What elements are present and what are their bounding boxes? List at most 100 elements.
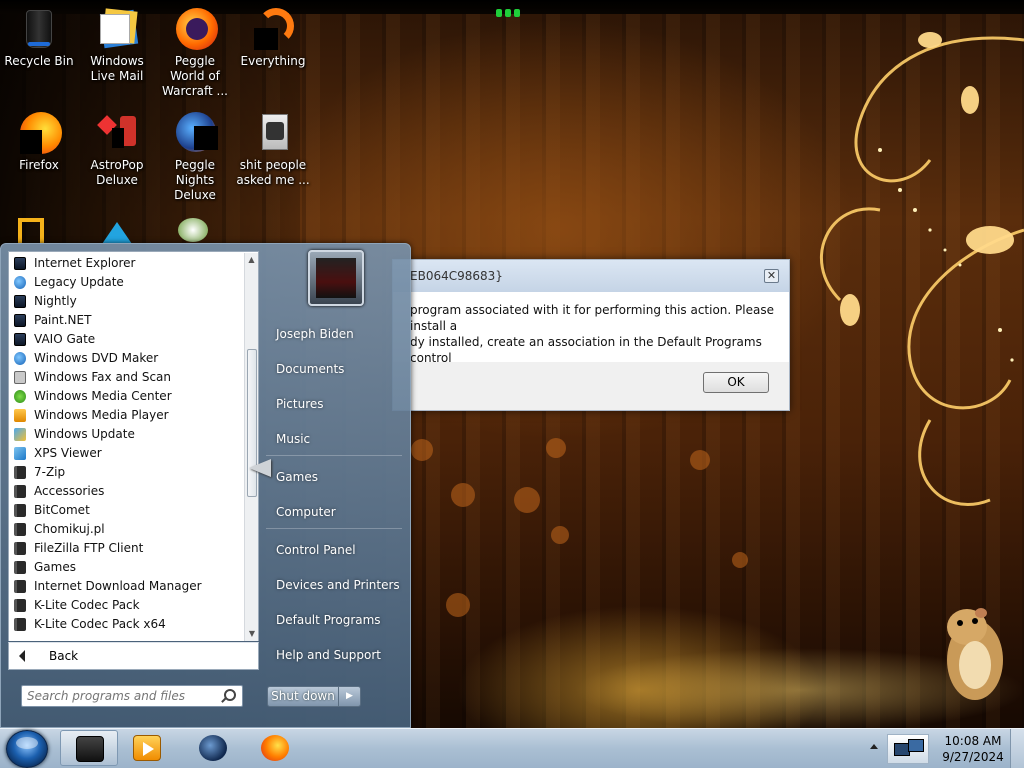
program-label: Legacy Update — [34, 275, 124, 289]
start-right-item-computer[interactable]: Computer — [268, 498, 404, 526]
globe-icon — [14, 276, 26, 289]
media-icon — [14, 390, 26, 403]
desktop-icon-everything[interactable]: Everything — [234, 0, 312, 69]
program-item[interactable]: Internet Explorer — [9, 254, 258, 273]
start-right-item-music[interactable]: Music — [268, 425, 404, 453]
app-icon — [14, 257, 26, 270]
program-item[interactable]: Internet Download Manager — [9, 577, 258, 596]
show-desktop-button[interactable] — [1010, 729, 1024, 768]
mouse-cursor-icon — [249, 459, 271, 477]
desktop-icon-text-file[interactable]: shit people asked me ... — [234, 104, 312, 188]
windows-live-mail-icon — [94, 6, 140, 52]
back-button[interactable]: Back — [8, 642, 259, 670]
desktop-icon-windows-live-mail[interactable]: Windows Live Mail — [78, 0, 156, 84]
program-label: Games — [34, 560, 76, 574]
start-search-box[interactable] — [21, 685, 243, 707]
program-item[interactable]: Games — [9, 558, 258, 577]
text-file-icon — [250, 110, 296, 156]
globe-icon — [14, 352, 26, 365]
desktop-icon-peggle-nights[interactable]: Peggle Nights Deluxe — [156, 104, 234, 203]
error-dialog: EB064C98683} ✕ program associated with i… — [392, 259, 790, 411]
scroll-down-icon[interactable]: ▼ — [245, 627, 259, 641]
folder-icon — [14, 504, 26, 517]
folder-icon — [14, 580, 26, 593]
program-item[interactable]: Accessories — [9, 482, 258, 501]
firefox-icon — [261, 735, 289, 761]
hamster-figure — [947, 608, 1003, 700]
start-right-item-devices-and-printers[interactable]: Devices and Printers — [268, 571, 404, 599]
start-right-item-games[interactable]: Games — [268, 463, 404, 491]
folder-icon — [14, 599, 26, 612]
program-item[interactable]: BitComet — [9, 501, 258, 520]
start-right-item-pictures[interactable]: Pictures — [268, 390, 404, 418]
program-item[interactable]: Chomikuj.pl — [9, 520, 258, 539]
recycle-bin-icon — [16, 6, 62, 52]
media-player-taskbar-button[interactable] — [118, 730, 176, 766]
program-item[interactable]: Windows Media Player — [9, 406, 258, 425]
folder-icon — [14, 466, 26, 479]
user-avatar[interactable] — [308, 250, 364, 306]
firefox-taskbar-button[interactable] — [246, 730, 304, 766]
program-item[interactable]: Nightly — [9, 292, 258, 311]
player-icon — [14, 409, 26, 422]
close-icon[interactable]: ✕ — [764, 269, 779, 283]
folder-icon — [14, 561, 26, 574]
program-label: Internet Download Manager — [34, 579, 202, 593]
desktop-icon-partial-3[interactable] — [172, 214, 220, 244]
all-programs-list: Internet Explorer Legacy Update Nightly Pai… — [8, 251, 259, 641]
scroll-up-icon[interactable]: ▲ — [245, 253, 258, 267]
program-item[interactable]: Legacy Update — [9, 273, 258, 292]
program-item[interactable]: Windows Fax and Scan — [9, 368, 258, 387]
desktop-icon-partial-2[interactable] — [96, 214, 144, 244]
program-item[interactable]: FileZilla FTP Client — [9, 539, 258, 558]
desktop-icon-firefox[interactable]: Firefox — [0, 104, 78, 173]
program-item[interactable]: Windows Update — [9, 425, 258, 444]
dialog-title-bar[interactable]: EB064C98683} ✕ — [393, 260, 789, 292]
program-item[interactable]: Windows Media Center — [9, 387, 258, 406]
app-icon — [14, 314, 26, 327]
desktop-icon-astropop[interactable]: AstroPop Deluxe — [78, 104, 156, 188]
shut-down-options-arrow-icon[interactable]: ▶ — [339, 686, 361, 707]
dialog-title: EB064C98683} — [410, 269, 503, 283]
app-icon — [14, 295, 26, 308]
program-item[interactable]: Paint.NET — [9, 311, 258, 330]
program-label: K-Lite Codec Pack — [34, 598, 140, 612]
program-label: BitComet — [34, 503, 90, 517]
show-hidden-icons-icon[interactable] — [870, 744, 878, 749]
program-label: XPS Viewer — [34, 446, 102, 460]
program-item[interactable]: 7-Zip — [9, 463, 258, 482]
start-right-item-default-programs[interactable]: Default Programs — [268, 606, 404, 634]
fax-icon — [14, 371, 26, 384]
start-button[interactable] — [6, 730, 48, 768]
explorer-taskbar-button[interactable] — [60, 730, 118, 766]
program-label: Windows DVD Maker — [34, 351, 159, 365]
ok-button[interactable]: OK — [703, 372, 769, 393]
program-label: Windows Media Player — [34, 408, 169, 422]
search-input[interactable] — [27, 687, 217, 705]
peggle-wow-icon — [172, 6, 218, 52]
start-right-separator — [266, 528, 402, 529]
program-item[interactable]: XPS Viewer — [9, 444, 258, 463]
desktop-icon-partial-1[interactable] — [14, 214, 62, 244]
desktop-icon-recycle-bin[interactable]: Recycle Bin — [0, 0, 78, 69]
search-icon[interactable] — [224, 689, 236, 701]
program-item[interactable]: Windows DVD Maker — [9, 349, 258, 368]
network-icon[interactable] — [887, 734, 929, 764]
program-item[interactable]: K-Lite Codec Pack — [9, 596, 258, 615]
app-globe-taskbar-button[interactable] — [184, 730, 242, 766]
start-right-item-control-panel[interactable]: Control Panel — [268, 536, 404, 564]
desktop-icon-peggle-wow[interactable]: Peggle World of Warcraft ... — [156, 0, 234, 99]
program-label: Paint.NET — [34, 313, 92, 327]
program-label: Windows Fax and Scan — [34, 370, 172, 384]
start-right-item-joseph-biden[interactable]: Joseph Biden — [268, 320, 404, 348]
program-item[interactable]: VAIO Gate — [9, 330, 258, 349]
taskbar-clock[interactable]: 10:08 AM 9/27/2024 — [940, 733, 1006, 765]
program-label: K-Lite Codec Pack x64 — [34, 617, 166, 631]
start-right-item-help-and-support[interactable]: Help and Support — [268, 641, 404, 669]
program-item[interactable]: K-Lite Codec Pack x64 — [9, 615, 258, 634]
clock-time: 10:08 AM — [944, 734, 1002, 748]
start-right-item-documents[interactable]: Documents — [268, 355, 404, 383]
shut-down-button[interactable]: Shut down — [267, 686, 339, 707]
programs-scrollbar[interactable]: ▲ ▼ — [244, 253, 258, 641]
folder-icon — [14, 523, 26, 536]
